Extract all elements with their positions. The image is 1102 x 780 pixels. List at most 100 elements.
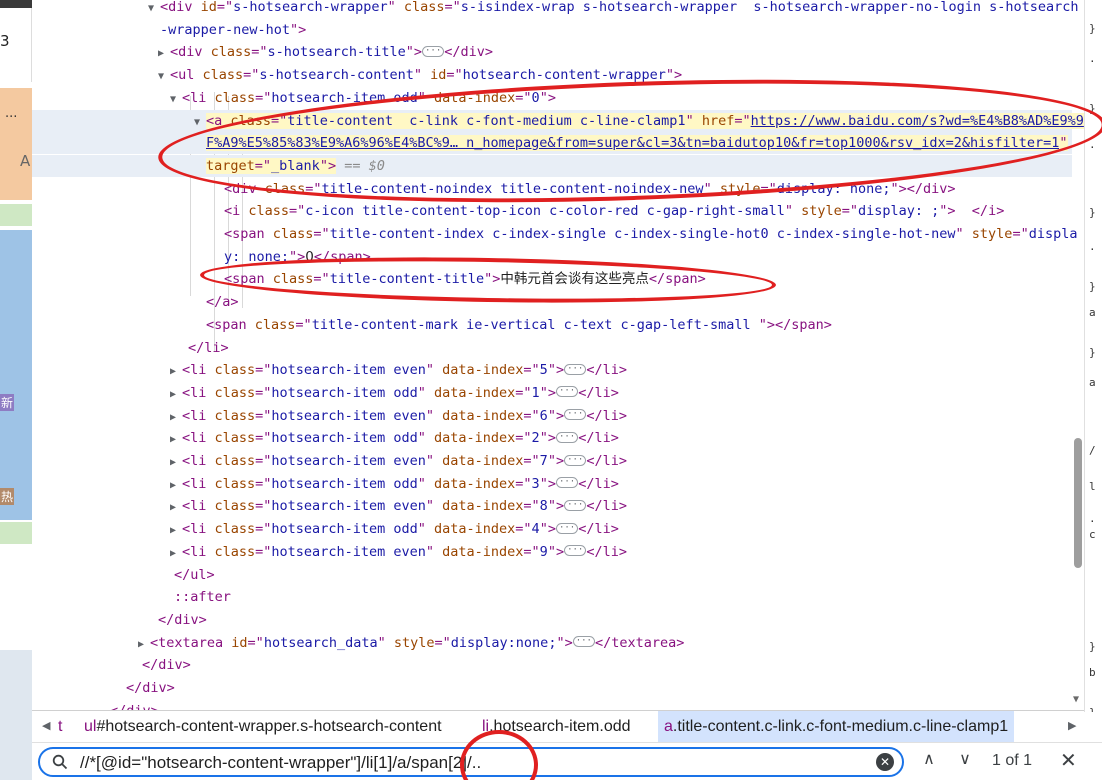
- more-dots[interactable]: ···: [5, 110, 17, 125]
- dom-node-row[interactable]: </div>: [114, 677, 175, 699]
- style-rule-glyph: b: [1089, 666, 1096, 679]
- collapse-triangle-icon[interactable]: ▶: [170, 520, 182, 542]
- style-rule-glyph: }: [1089, 640, 1096, 653]
- token: class: [214, 89, 256, 106]
- dom-node-row[interactable]: </div>: [146, 609, 207, 631]
- token: data-index: [442, 362, 524, 379]
- dom-node-row[interactable]: -wrapper-new-hot">: [148, 19, 306, 41]
- token: =": [255, 453, 272, 469]
- breadcrumb-item-selected[interactable]: a.title-content.c-link.c-font-medium.c-l…: [658, 711, 1015, 742]
- clear-search-icon[interactable]: ✕: [876, 753, 894, 771]
- token: </li>: [586, 453, 627, 469]
- dom-node-row[interactable]: <span class="title-content-index c-index…: [212, 223, 1077, 245]
- next-match-button[interactable]: ∨: [954, 749, 976, 773]
- token: ">: [539, 475, 556, 492]
- token: =": [255, 89, 272, 106]
- token: <li: [182, 384, 215, 401]
- ellipsis-badge[interactable]: ···: [555, 477, 579, 489]
- expand-triangle-icon[interactable]: ▼: [148, 0, 160, 20]
- collapse-triangle-icon[interactable]: ▶: [158, 43, 170, 65]
- dom-node-row[interactable]: ▶ <li class="hotsearch-item odd" data-ind…: [170, 427, 619, 449]
- token: <span: [206, 316, 255, 333]
- token: title-content-index c-index-single c-ind…: [329, 226, 956, 242]
- token: =": [515, 384, 532, 401]
- ellipsis-badge[interactable]: ···: [421, 45, 445, 57]
- dom-node-row[interactable]: ▶ <li class="hotsearch-item even" data-in…: [170, 495, 627, 517]
- token: =": [523, 362, 540, 379]
- token: =": [515, 475, 532, 492]
- dom-node-row[interactable]: ▶ <li class="hotsearch-item even" data-in…: [170, 359, 627, 381]
- scrollbar-thumb[interactable]: [1074, 438, 1082, 568]
- dom-node-row[interactable]: ▶ <li class="hotsearch-item even" data-in…: [170, 405, 627, 427]
- token: =": [313, 226, 330, 242]
- dom-node-row[interactable]: ▼ <div id="s-hotsearch-wrapper" class="s-…: [148, 0, 1079, 18]
- ellipsis-badge[interactable]: ···: [555, 431, 579, 443]
- dom-node-row[interactable]: ▶ <textarea id="hotsearch_data" style="di…: [138, 632, 684, 654]
- token: <li: [182, 430, 215, 447]
- collapse-triangle-icon[interactable]: ▶: [170, 407, 182, 429]
- token: hotsearch-item odd: [271, 384, 418, 401]
- token: hotsearch-item odd: [271, 521, 418, 538]
- token: =": [1012, 226, 1029, 242]
- dom-node-row[interactable]: <span class="title-content-mark ie-verti…: [194, 314, 832, 336]
- dom-node-row[interactable]: ▶ <li class="hotsearch-item even" data-in…: [170, 541, 627, 563]
- collapse-triangle-icon[interactable]: ▶: [170, 429, 182, 451]
- dom-node-row[interactable]: </div>: [130, 654, 191, 676]
- token: </li>: [586, 362, 627, 379]
- token: data-index: [434, 521, 516, 538]
- collapse-triangle-icon[interactable]: ▶: [170, 384, 182, 406]
- collapse-triangle-icon[interactable]: ▶: [170, 543, 182, 565]
- token: ": [417, 521, 434, 538]
- collapse-triangle-icon[interactable]: ▶: [170, 497, 182, 519]
- token: <li: [182, 498, 215, 515]
- dom-node-row[interactable]: ▶ <li class="hotsearch-item even" data-in…: [170, 450, 627, 472]
- token: </div>: [126, 680, 175, 696]
- breadcrumb-right-arrow-icon[interactable]: ▶: [1062, 711, 1082, 742]
- close-search-button[interactable]: ✕: [1060, 748, 1077, 773]
- dom-node-row[interactable]: </a>: [194, 291, 239, 313]
- collapse-triangle-icon[interactable]: ▶: [170, 475, 182, 497]
- token: id: [430, 67, 447, 84]
- token: title-content-mark ie-vertical c-text c-…: [311, 316, 759, 333]
- token: class: [272, 226, 314, 242]
- dom-node-row[interactable]: <i class="c-icon title-content-top-icon …: [212, 200, 1004, 222]
- token: class: [214, 475, 256, 492]
- ellipsis-badge[interactable]: ···: [555, 386, 579, 398]
- page-sliver: 3 A 新 热 ···: [0, 0, 32, 780]
- breadcrumb-item[interactable]: t: [52, 711, 68, 742]
- breadcrumb-item[interactable]: ul#hotsearch-content-wrapper.s-hotsearch…: [78, 711, 448, 742]
- token: =": [289, 203, 306, 220]
- ellipsis-badge[interactable]: ···: [555, 522, 579, 534]
- scroll-down-arrow-icon[interactable]: ▼: [1073, 694, 1079, 705]
- token: <textarea: [150, 634, 232, 651]
- previous-match-button[interactable]: ∧: [918, 749, 940, 773]
- token: hotsearch-item even: [271, 498, 426, 515]
- token: <li: [182, 475, 215, 492]
- style-rule-glyph: .: [1089, 240, 1096, 253]
- ellipsis-badge[interactable]: ···: [564, 545, 587, 557]
- ellipsis-badge[interactable]: ···: [564, 454, 587, 466]
- ellipsis-badge[interactable]: ···: [564, 409, 587, 421]
- collapse-triangle-icon[interactable]: ▶: [138, 634, 150, 656]
- ellipsis-badge[interactable]: ···: [572, 636, 595, 648]
- expand-triangle-icon[interactable]: ▼: [158, 66, 170, 88]
- ellipsis-badge[interactable]: ···: [564, 499, 587, 511]
- dom-node-row[interactable]: </li>: [176, 337, 229, 359]
- dom-node-row[interactable]: ▶ <li class="hotsearch-item odd" data-ind…: [170, 518, 619, 540]
- token: style: [971, 226, 1013, 242]
- dom-node-row[interactable]: ::after: [162, 586, 231, 608]
- dom-node-row[interactable]: ▶ <div class="s-hotsearch-title"> ··· </div…: [158, 41, 493, 63]
- dom-node-row[interactable]: ▶ <li class="hotsearch-item odd" data-ind…: [170, 382, 619, 404]
- token: ": [417, 430, 434, 447]
- dom-node-row[interactable]: ▶ <li class="hotsearch-item odd" data-ind…: [170, 473, 619, 495]
- collapse-triangle-icon[interactable]: ▶: [170, 452, 182, 474]
- collapse-triangle-icon[interactable]: ▶: [170, 361, 182, 383]
- token: s-hotsearch-title: [267, 44, 406, 61]
- expand-triangle-icon[interactable]: ▼: [170, 89, 182, 111]
- token: ": [387, 0, 404, 15]
- token: ": [417, 384, 434, 401]
- dom-node-row[interactable]: </ul>: [162, 564, 215, 586]
- ellipsis-badge[interactable]: ···: [564, 363, 587, 375]
- token: 6: [539, 407, 548, 424]
- token: <ul: [170, 67, 203, 84]
